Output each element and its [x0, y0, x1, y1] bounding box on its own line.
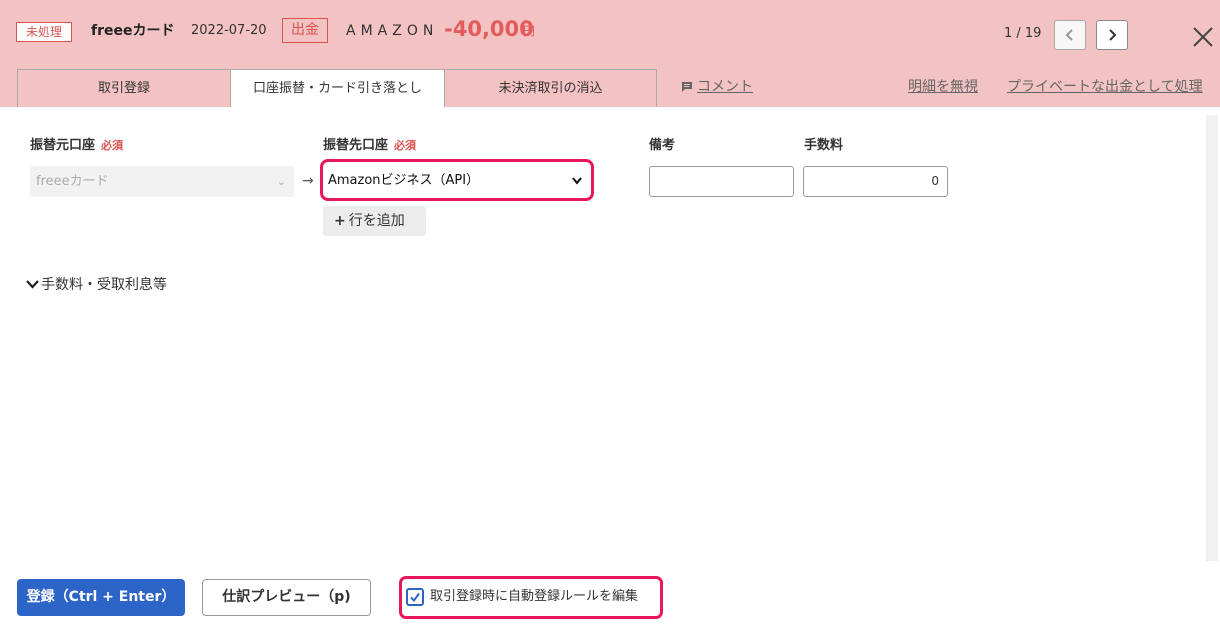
status-badge: 未処理	[16, 22, 73, 42]
fee-section-toggle[interactable]: 手数料・受取利息等	[26, 275, 167, 295]
tab-register-transaction[interactable]: 取引登録	[17, 69, 231, 107]
scrollbar-thumb[interactable]	[1206, 115, 1218, 561]
auto-rule-checkbox[interactable]	[406, 588, 424, 606]
page-counter: 1 / 19	[1004, 26, 1042, 41]
memo-input[interactable]	[649, 166, 794, 197]
dest-account-value: Amazonビジネス（API）	[328, 173, 480, 188]
plus-icon: +	[334, 213, 346, 229]
account-name: freeeカード	[91, 23, 175, 39]
chevron-left-icon	[1065, 29, 1073, 41]
chevron-right-icon	[1109, 29, 1117, 41]
journal-preview-button[interactable]: 仕訳プレビュー（p)	[202, 579, 371, 616]
comment-link-label: コメント	[697, 79, 753, 95]
dest-account-select[interactable]: Amazonビジネス（API）	[326, 167, 586, 195]
source-account-select[interactable]: freeeカード ⌄	[30, 166, 294, 197]
checkmark-icon	[410, 592, 420, 603]
chevron-down-icon: ⌄	[276, 175, 286, 188]
chevron-down-icon	[572, 177, 582, 185]
arrow-right-icon: →	[302, 173, 314, 189]
auto-rule-label[interactable]: 取引登録時に自動登録ルールを編集	[430, 588, 638, 606]
merchant-name: AMAZON	[346, 23, 439, 39]
direction-badge: 出金	[282, 18, 328, 43]
transaction-amount: -40,000	[444, 17, 534, 41]
register-button[interactable]: 登録（Ctrl + Enter）	[17, 579, 185, 616]
next-button[interactable]	[1096, 20, 1128, 50]
comment-link[interactable]: コメント	[681, 78, 753, 96]
ignore-statement-link[interactable]: 明細を無視	[908, 78, 978, 96]
required-mark: 必須	[101, 139, 124, 152]
memo-label: 備考	[649, 138, 676, 153]
close-button[interactable]	[1190, 24, 1216, 50]
source-account-label: 振替元口座 必須	[30, 138, 124, 153]
add-row-button[interactable]: + 行を追加	[323, 206, 426, 236]
add-row-label: 行を追加	[348, 213, 405, 229]
scrollbar[interactable]	[1204, 111, 1220, 565]
currency-unit: 円	[523, 24, 536, 38]
tab-settle-unpaid[interactable]: 未決済取引の消込	[444, 69, 657, 107]
transaction-header: 未処理 freeeカード 2022-07-20 出金 AMAZON -40,00…	[0, 0, 1220, 107]
fee-label: 手数料	[804, 138, 844, 153]
chevron-down-icon	[26, 280, 39, 289]
comment-icon	[682, 82, 692, 92]
tab-account-transfer[interactable]: 口座振替・カード引き落とし	[230, 69, 445, 107]
dest-account-label: 振替先口座 必須	[323, 138, 417, 153]
fee-section-label: 手数料・受取利息等	[41, 277, 167, 293]
transaction-date: 2022-07-20	[191, 23, 267, 38]
fee-input[interactable]: 0	[803, 166, 948, 197]
previous-button[interactable]	[1054, 20, 1086, 50]
private-expense-link[interactable]: プライベートな出金として処理	[1007, 78, 1203, 96]
source-account-value: freeeカード	[36, 174, 109, 189]
close-icon	[1193, 27, 1213, 47]
required-mark: 必須	[394, 139, 417, 152]
